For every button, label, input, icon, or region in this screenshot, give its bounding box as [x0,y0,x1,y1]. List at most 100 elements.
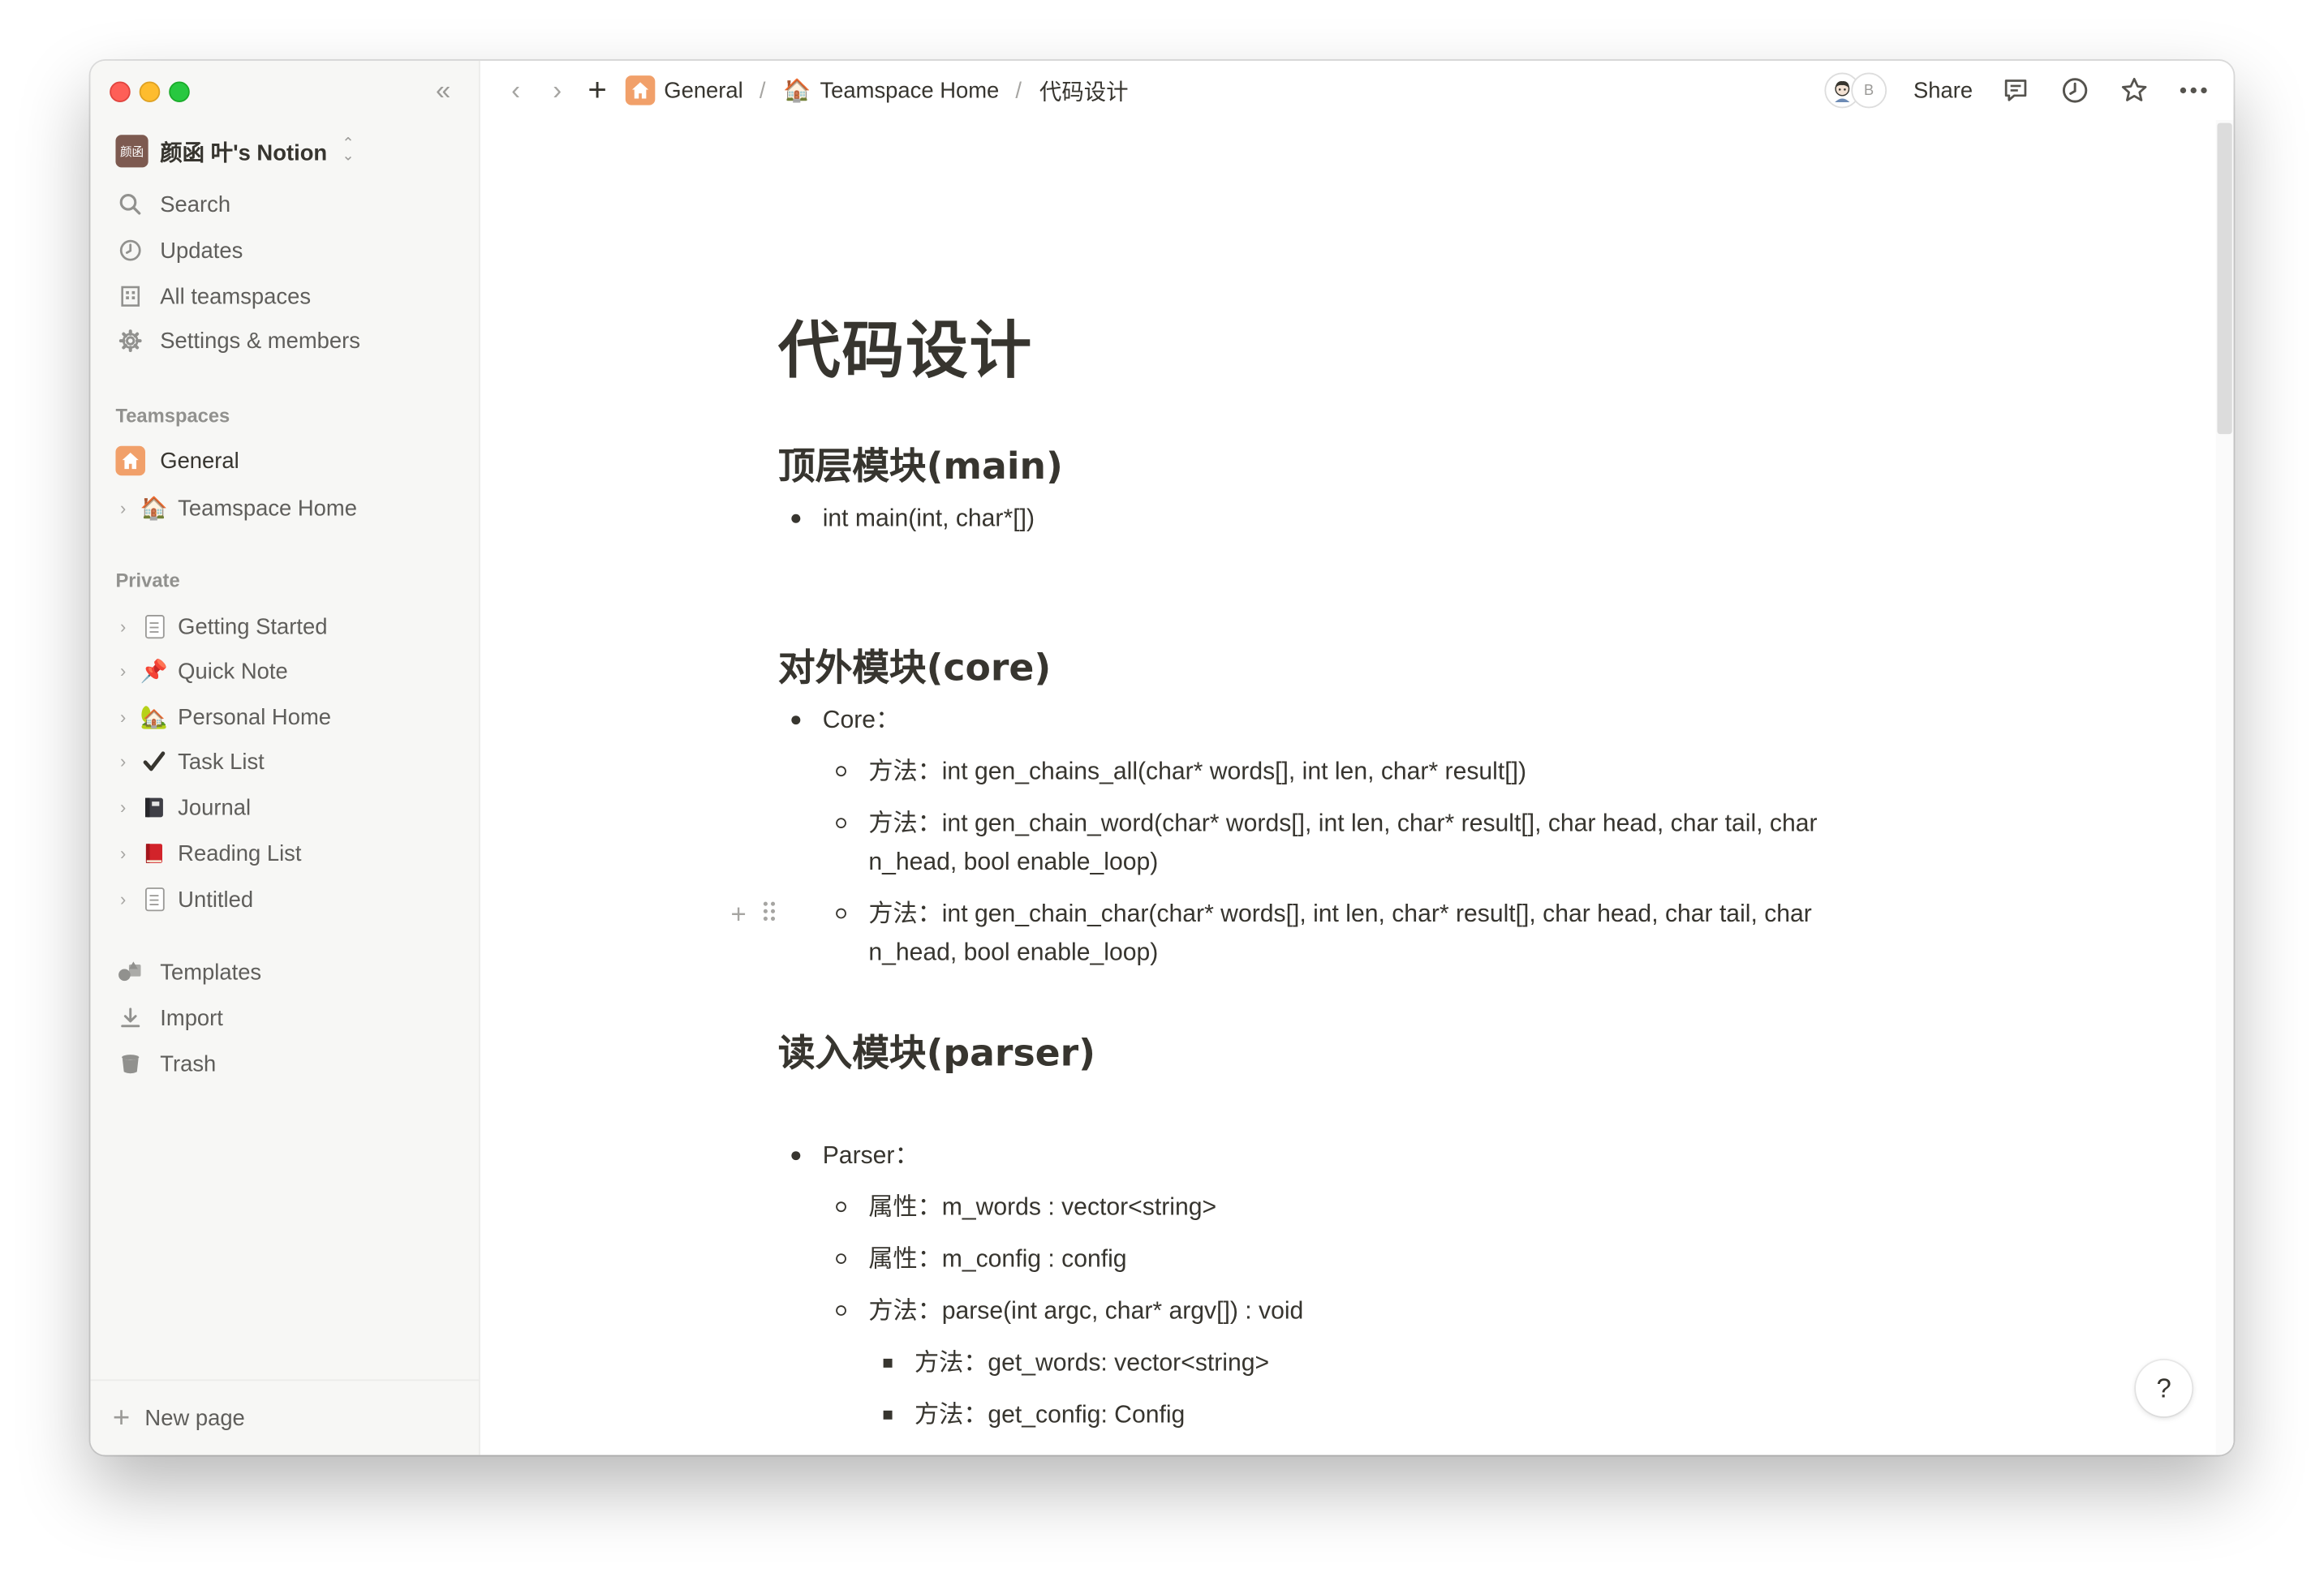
sidebar-search[interactable]: Search [115,187,230,222]
chevron-right-icon[interactable]: › [115,843,130,864]
sidebar-item-label: Personal Home [178,704,332,730]
gear-icon [115,326,145,356]
zoom-window-button[interactable] [169,81,190,103]
list-item[interactable]: Parser： [791,1137,919,1175]
workspace-avatar: 颜函 [115,135,148,168]
shapes-icon [115,957,145,987]
sidebar-item-task-list[interactable]: › Task List [115,744,265,780]
breadcrumb-general[interactable]: General [664,78,742,103]
share-button[interactable]: Share [1913,78,1973,103]
notebook-emoji-icon [140,793,170,823]
scrollbar-thumb[interactable] [2217,122,2232,435]
breadcrumb-teamspace-home[interactable]: Teamspace Home [820,78,999,103]
sidebar-item-reading-list[interactable]: › Reading List [115,836,302,871]
sidebar-all-teamspaces-label: All teamspaces [160,283,312,309]
workspace-switcher[interactable]: 颜函 颜函 叶's Notion ⌃ ⌄ [115,135,355,168]
chevron-right-icon[interactable]: › [115,661,130,682]
sidebar-item-general[interactable]: General [115,443,239,479]
chevron-right-icon[interactable]: › [115,498,130,519]
house-tree-emoji-icon: 🏡 [140,705,169,731]
sidebar-item-quick-note[interactable]: › 📌 Quick Note [115,653,288,689]
block-handle[interactable]: + [730,900,777,930]
sidebar-item-label: Quick Note [178,658,288,684]
page-icon [140,612,170,642]
back-arrow-icon[interactable]: ‹ [495,75,536,105]
download-icon [115,1003,145,1033]
breadcrumb-separator: / [759,77,766,103]
list-item[interactable]: 方法：int gen_chains_all(char* words[], int… [836,753,1527,791]
breadcrumb-separator: / [1015,77,1022,103]
more-options-icon[interactable] [2177,74,2210,106]
sidebar-item-label: Getting Started [178,614,328,640]
avatar: B [1851,72,1887,109]
sidebar-item-label: Teamspace Home [178,495,357,522]
sidebar-templates-label: Templates [160,959,262,985]
list-item[interactable]: 属性：m_config : config [836,1240,1127,1278]
drag-handle-icon[interactable] [761,900,776,930]
help-button[interactable]: ? [2135,1360,2193,1417]
sidebar-trash-label: Trash [160,1051,217,1076]
house-emoji-icon: 🏠 [783,78,811,104]
new-page-button[interactable]: + New page [90,1379,479,1455]
chevron-right-icon[interactable]: › [115,797,130,819]
list-item-text: 方法：int gen_chain_char(char* words[], int… [868,900,1812,928]
chevron-right-icon[interactable]: › [115,617,130,638]
heading-core[interactable]: 对外模块(core) [778,638,1051,692]
sidebar-item-getting-started[interactable]: › Getting Started [115,609,328,645]
breadcrumb-current-page[interactable]: 代码设计 [1039,75,1129,105]
list-item[interactable]: Core： [791,701,900,739]
close-window-button[interactable] [110,81,131,103]
collapse-sidebar-icon[interactable]: « [428,75,458,105]
sidebar-item-teamspace-home[interactable]: › 🏠 Teamspace Home [115,491,357,526]
sidebar-item-journal[interactable]: › Journal [115,790,251,826]
list-item[interactable]: 方法：parse(int argc, char* argv[]) : void [836,1292,1303,1330]
chevron-right-icon[interactable]: › [115,889,130,910]
chevron-right-icon[interactable]: › [115,751,130,772]
list-item-text: Parser： [822,1142,919,1170]
sidebar-search-label: Search [160,191,231,217]
sidebar: « 颜函 颜函 叶's Notion ⌃ ⌄ Search Updates Al… [90,60,480,1455]
heading-parser[interactable]: 读入模块(parser) [778,1024,1095,1077]
list-item-text: 方法：get_config: Config [914,1401,1186,1429]
forward-arrow-icon[interactable]: › [536,75,578,105]
sidebar-import[interactable]: Import [115,1000,223,1036]
page-icon [140,884,170,914]
comment-icon[interactable] [1999,74,2032,106]
private-section-label: Private [115,569,180,591]
list-item-text: int main(int, char*[]) [822,505,1035,532]
new-tab-plus-icon[interactable]: + [578,71,616,110]
history-clock-icon[interactable] [2059,74,2091,106]
trash-icon [115,1049,145,1079]
book-emoji-icon [140,839,170,869]
list-item-text: n_head, bool enable_loop) [868,849,1159,876]
sidebar-templates[interactable]: Templates [115,954,261,990]
list-item[interactable]: 方法：int gen_chain_word(char* words[], int… [836,805,1818,882]
list-item-text: 方法：int gen_chains_all(char* words[], int… [868,758,1527,786]
list-item[interactable]: 方法：get_config: Config [883,1396,1186,1434]
sidebar-updates[interactable]: Updates [115,233,243,269]
heading-main[interactable]: 顶层模块(main) [778,437,1063,491]
workspace-name: 颜函 叶's Notion [160,140,328,165]
collaborator-avatars[interactable]: B [1824,72,1887,109]
sidebar-item-label: General [160,448,239,474]
list-item[interactable]: 方法：get_words: vector<string> [883,1344,1269,1382]
plus-icon[interactable]: + [730,900,746,930]
list-item[interactable]: int main(int, char*[]) [791,500,1035,538]
sidebar-all-teamspaces[interactable]: All teamspaces [115,278,311,314]
sidebar-item-untitled[interactable]: › Untitled [115,882,253,917]
star-icon[interactable] [2118,74,2150,106]
sidebar-settings[interactable]: Settings & members [115,323,360,359]
sidebar-trash[interactable]: Trash [115,1046,216,1082]
page-title[interactable]: 代码设计 [778,301,1033,391]
chevron-updown-icon: ⌃ ⌄ [342,136,355,165]
list-item-text: n_head, bool enable_loop) [868,939,1159,966]
breadcrumb: General / 🏠 Teamspace Home / 代码设计 [625,75,1129,105]
sidebar-item-label: Journal [178,794,252,820]
sidebar-updates-label: Updates [160,238,243,264]
chevron-right-icon[interactable]: › [115,707,130,728]
list-item[interactable]: 属性：m_words : vector<string> [836,1188,1216,1227]
sidebar-item-personal-home[interactable]: › 🏡 Personal Home [115,699,331,735]
minimize-window-button[interactable] [139,81,161,103]
list-item[interactable]: 方法：int gen_chain_char(char* words[], int… [836,895,1812,972]
topbar-actions: B Share [1824,61,2210,120]
